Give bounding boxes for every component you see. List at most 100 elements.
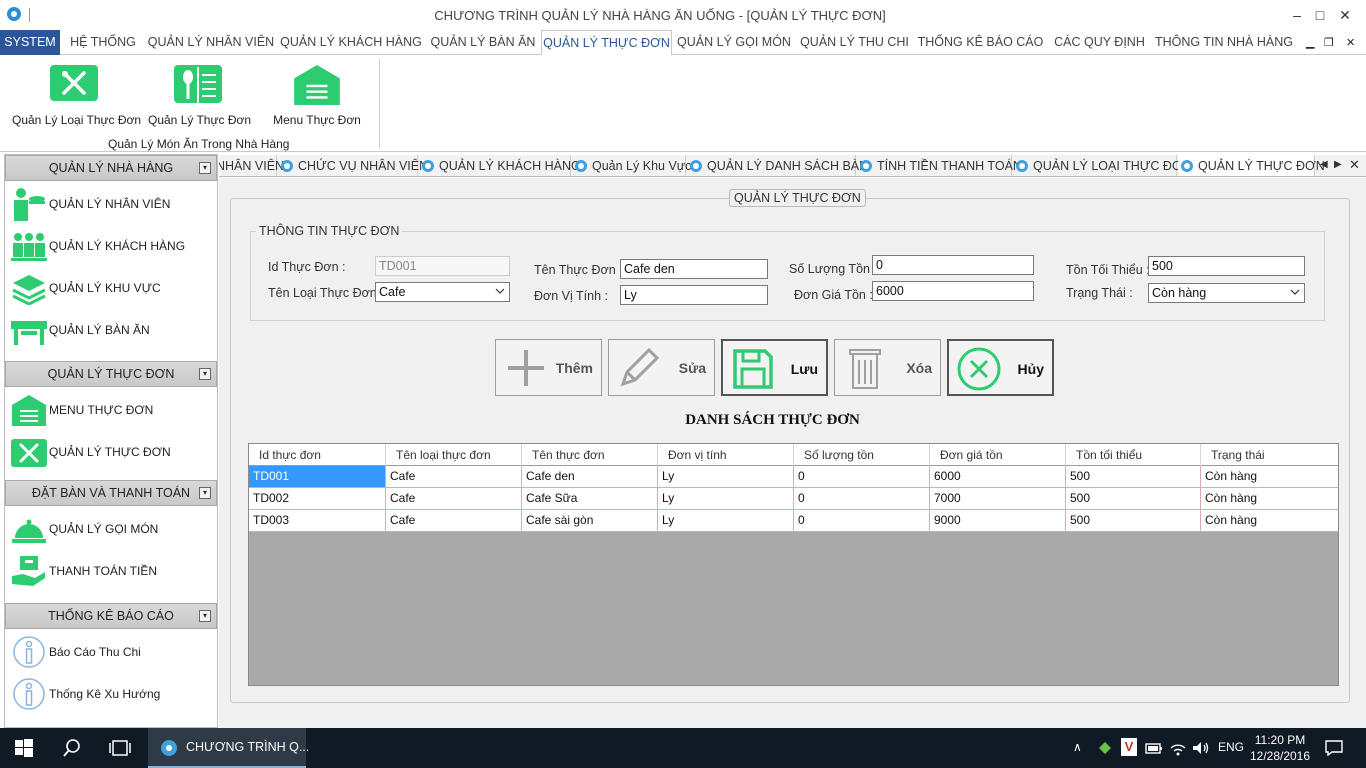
- tab-scroll-right-icon[interactable]: ▶: [1334, 159, 1342, 170]
- stock-field[interactable]: [872, 255, 1034, 275]
- tab-quan-ly-nhan-vien[interactable]: QUẢN LÝ NHÂN VIÊN: [146, 30, 276, 55]
- grid-cell[interactable]: 500: [1066, 488, 1201, 509]
- tab-quan-ly-ban-an[interactable]: QUẢN LÝ BÀN ĂN: [426, 30, 540, 55]
- save-button[interactable]: Lưu: [721, 339, 828, 396]
- grid-cell[interactable]: 500: [1066, 466, 1201, 487]
- tab-quan-ly-thu-chi[interactable]: QUẢN LÝ THU CHI: [796, 30, 913, 55]
- column-header[interactable]: Đơn vị tính: [658, 444, 794, 466]
- column-header[interactable]: Tên loại thực đơn: [386, 444, 522, 466]
- taskbar-app-button[interactable]: CHƯƠNG TRÌNH Q...: [148, 728, 309, 768]
- column-header[interactable]: Tên thực đơn: [522, 444, 658, 466]
- nav-group-quan-ly-nha-hang[interactable]: QUẢN LÝ NHÀ HÀNG ▾: [5, 155, 217, 181]
- chevron-down-icon[interactable]: ▾: [199, 368, 211, 380]
- column-header[interactable]: Trạng thái: [1201, 444, 1338, 466]
- task-view-icon[interactable]: [109, 738, 131, 758]
- column-header[interactable]: Tồn tối thiểu: [1066, 444, 1201, 466]
- grid-cell[interactable]: Cafe: [386, 488, 522, 509]
- nav-item-quan-ly-ban-an[interactable]: QUẢN LÝ BÀN ĂN: [5, 310, 217, 350]
- grid-cell[interactable]: Ly: [658, 488, 794, 509]
- delete-button[interactable]: Xóa: [834, 339, 941, 396]
- nav-item-thanh-toan-tien[interactable]: THANH TOÁN TIỀN: [5, 551, 217, 591]
- grid-cell[interactable]: Còn hàng: [1201, 510, 1338, 531]
- mdi-close-button[interactable]: ✕: [1346, 36, 1355, 49]
- search-icon[interactable]: [63, 738, 81, 758]
- unit-field[interactable]: [620, 285, 768, 305]
- nav-item-quan-ly-nhan-vien[interactable]: QUẢN LÝ NHÂN VIÊN: [5, 184, 217, 224]
- tray-expand-icon[interactable]: ∧: [1073, 740, 1082, 754]
- nav-item-quan-ly-khach-hang[interactable]: QUẢN LÝ KHÁCH HÀNG: [5, 226, 217, 266]
- min-stock-field[interactable]: [1148, 256, 1305, 276]
- ribbon-menu-thuc-don-button[interactable]: Menu Thực Đơn: [270, 65, 364, 127]
- column-header[interactable]: Đơn giá tồn: [930, 444, 1066, 466]
- chevron-down-icon[interactable]: ▾: [199, 610, 211, 622]
- tab-quan-ly-thuc-don[interactable]: QUẢN LÝ THỰC ĐƠN: [541, 30, 672, 56]
- doctab-quan-ly-danh-sach-ban[interactable]: QUẢN LÝ DANH SÁCH BÀN: [687, 155, 868, 176]
- grid-cell[interactable]: Cafe: [386, 466, 522, 487]
- grid-cell[interactable]: Cafe sài gòn: [522, 510, 658, 531]
- status-select[interactable]: Còn hàng: [1148, 283, 1305, 303]
- grid-cell[interactable]: Ly: [658, 466, 794, 487]
- name-field[interactable]: [620, 259, 768, 279]
- category-select[interactable]: Cafe: [375, 282, 510, 302]
- nav-item-quan-ly-goi-mon[interactable]: QUẢN LÝ GỌI MÓN: [5, 509, 217, 549]
- nav-group-thong-ke-bao-cao[interactable]: THỐNG KÊ BÁO CÁO ▾: [5, 603, 217, 629]
- nav-group-quan-ly-thuc-don[interactable]: QUẢN LÝ THỰC ĐƠN ▾: [5, 361, 217, 387]
- notifications-icon[interactable]: [1325, 740, 1343, 756]
- grid-cell[interactable]: 500: [1066, 510, 1201, 531]
- grid-cell[interactable]: TD003: [249, 510, 386, 531]
- grid-cell[interactable]: Cafe den: [522, 466, 658, 487]
- add-button[interactable]: Thêm: [495, 339, 602, 396]
- chevron-down-icon[interactable]: ▾: [199, 162, 211, 174]
- tab-thong-tin-nha-hang[interactable]: THÔNG TIN NHÀ HÀNG: [1153, 30, 1295, 55]
- price-field[interactable]: [872, 281, 1034, 301]
- cancel-button[interactable]: Hủy: [947, 339, 1054, 396]
- grid-cell[interactable]: Cafe: [386, 510, 522, 531]
- doctab-quan-ly-khu-vuc[interactable]: Quản Lý Khu Vực: [572, 155, 691, 176]
- tab-system[interactable]: SYSTEM: [0, 30, 60, 55]
- doctab-nhan-vien[interactable]: NHÂN VIÊN: [219, 155, 284, 176]
- table-row[interactable]: TD002 Cafe Cafe Sữa Ly 0 7000 500 Còn hà…: [249, 488, 1338, 510]
- nav-item-thong-ke-xu-huong[interactable]: Thống Kê Xu Hướng: [5, 674, 217, 714]
- grid-cell[interactable]: 7000: [930, 488, 1066, 509]
- edit-button[interactable]: Sửa: [608, 339, 715, 396]
- grid-cell[interactable]: Cafe Sữa: [522, 488, 658, 509]
- mdi-restore-button[interactable]: ❐: [1324, 36, 1334, 49]
- maximize-button[interactable]: □: [1309, 4, 1331, 26]
- column-header[interactable]: Id thực đơn: [249, 444, 386, 466]
- wifi-icon[interactable]: [1169, 740, 1187, 756]
- grid-cell[interactable]: 0: [794, 510, 930, 531]
- grid-cell[interactable]: TD002: [249, 488, 386, 509]
- grid-cell[interactable]: 0: [794, 466, 930, 487]
- tab-thong-ke-bao-cao[interactable]: THỐNG KÊ BÁO CÁO: [915, 30, 1046, 55]
- volume-icon[interactable]: [1192, 740, 1210, 756]
- column-header[interactable]: Số lượng tồn: [794, 444, 930, 466]
- battery-icon[interactable]: [1145, 740, 1163, 756]
- nav-group-dat-ban-va-thanh-toan[interactable]: ĐẶT BÀN VÀ THANH TOÁN ▾: [5, 480, 217, 506]
- grid-cell[interactable]: 0: [794, 488, 930, 509]
- tab-he-thong[interactable]: HỆ THỐNG: [62, 30, 144, 55]
- tab-cac-quy-dinh[interactable]: CÁC QUY ĐỊNH: [1048, 30, 1151, 55]
- grid-cell[interactable]: TD001: [249, 466, 386, 487]
- grid-cell[interactable]: Còn hàng: [1201, 488, 1338, 509]
- nav-item-menu-thuc-don[interactable]: MENU THỰC ĐƠN: [5, 390, 217, 430]
- windows-start-icon[interactable]: [15, 738, 33, 758]
- table-row[interactable]: TD001 Cafe Cafe den Ly 0 6000 500 Còn hà…: [249, 466, 1338, 488]
- tab-scroll-left-icon[interactable]: ◀: [1320, 159, 1328, 170]
- tab-quan-ly-khach-hang[interactable]: QUẢN LÝ KHÁCH HÀNG: [278, 30, 424, 55]
- ribbon-quan-ly-thuc-don-button[interactable]: Quản Lý Thực Đơn: [148, 65, 251, 127]
- id-field[interactable]: [375, 256, 510, 276]
- menu-data-grid[interactable]: Id thực đơn Tên loại thực đơn Tên thực đ…: [248, 443, 1339, 686]
- grid-cell[interactable]: 9000: [930, 510, 1066, 531]
- doctab-chuc-vu-nhan-vien[interactable]: CHỨC VỤ NHÂN VIÊN: [278, 155, 428, 176]
- doctab-quan-ly-khach-hang[interactable]: QUẢN LÝ KHÁCH HÀNG: [419, 155, 581, 176]
- minimize-button[interactable]: –: [1286, 4, 1308, 26]
- grid-cell[interactable]: 6000: [930, 466, 1066, 487]
- doctab-quan-ly-loai-thuc-don[interactable]: QUẢN LÝ LOẠI THỰC ĐƠN: [1013, 155, 1192, 176]
- tray-app-green-icon[interactable]: [1097, 740, 1113, 756]
- tray-antivirus-icon[interactable]: V: [1121, 738, 1137, 756]
- tab-close-icon[interactable]: ✕: [1349, 157, 1360, 173]
- nav-item-bao-cao-thu-chi[interactable]: Báo Cáo Thu Chi: [5, 632, 217, 672]
- close-button[interactable]: ✕: [1334, 4, 1356, 26]
- nav-item-quan-ly-thuc-don[interactable]: QUẢN LÝ THỰC ĐƠN: [5, 432, 217, 472]
- ribbon-quan-ly-loai-thuc-don-button[interactable]: Quản Lý Loại Thực Đơn: [12, 65, 141, 127]
